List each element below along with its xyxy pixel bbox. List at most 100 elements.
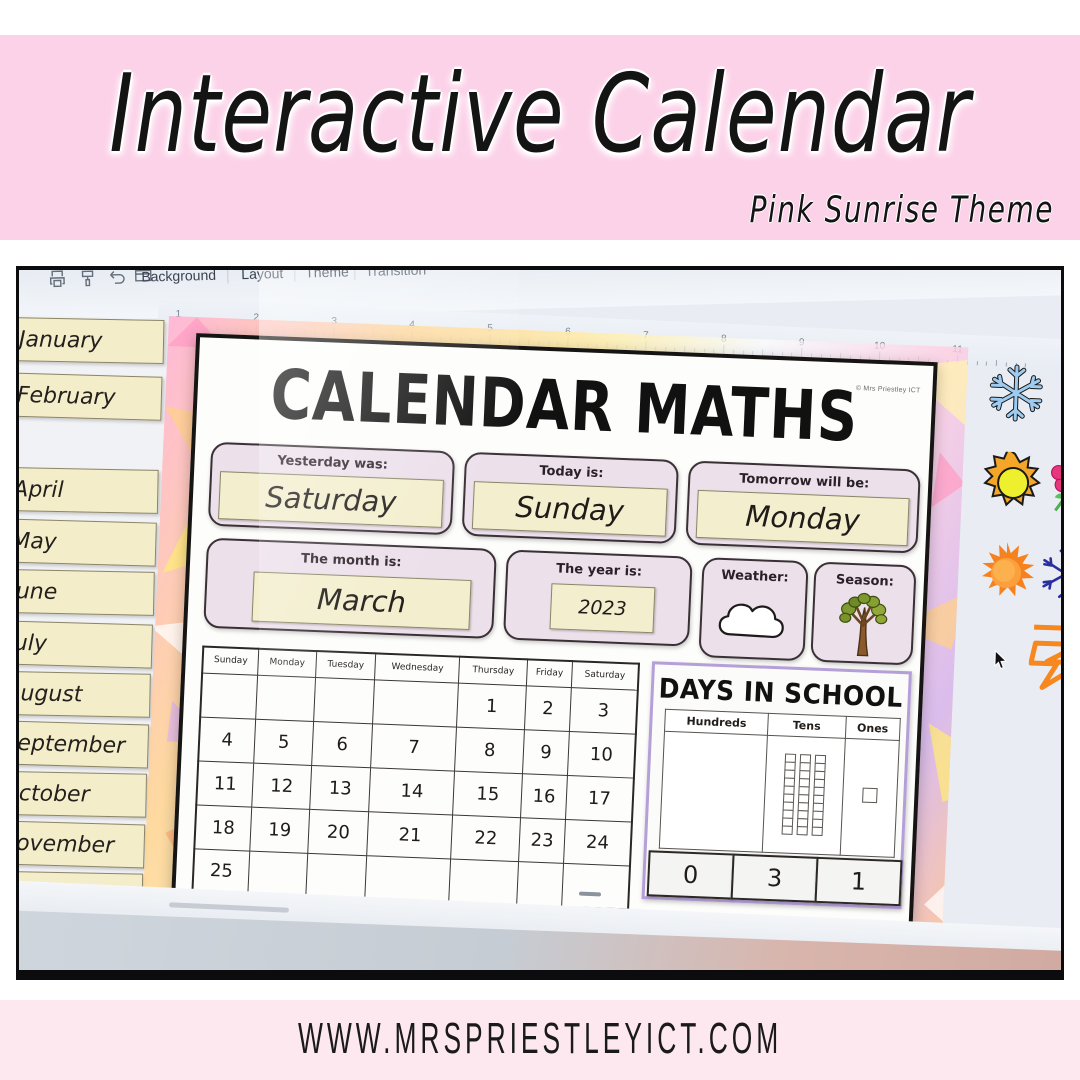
footer-url: WWW.MRSPRIESTLEYICT.COM <box>297 1015 783 1064</box>
lightning-icon[interactable] <box>1028 621 1061 698</box>
calendar-date-cell[interactable]: 12 <box>251 762 312 809</box>
season-label: Season: <box>835 572 895 590</box>
month-card[interactable]: June <box>19 568 155 616</box>
tens-cell[interactable] <box>762 735 846 856</box>
tomorrow-value: Monday <box>744 498 861 538</box>
month-card-label: April <box>19 476 64 503</box>
calendar-date-cell[interactable]: 17 <box>565 774 634 822</box>
calendar-date-cell[interactable]: 1 <box>456 682 527 730</box>
month-box[interactable]: The month is: March <box>203 537 497 639</box>
tree-icon[interactable] <box>831 590 894 663</box>
snowflake-blue-icon[interactable] <box>1036 545 1061 608</box>
month-card[interactable]: November <box>19 819 146 869</box>
calendar-date-cell[interactable]: 8 <box>454 726 525 774</box>
calendar-date-cell[interactable]: 11 <box>196 760 254 807</box>
yesterday-value: Saturday <box>264 479 398 520</box>
month-card[interactable]: August <box>19 670 151 718</box>
place-value-answer[interactable]: 3 <box>730 853 819 903</box>
today-box[interactable]: Today is: Sunday <box>461 451 680 545</box>
calendar-date-cell[interactable]: 5 <box>253 718 314 765</box>
tomorrow-value-box[interactable]: Monday <box>695 489 910 547</box>
ten-rod-icon[interactable] <box>796 754 811 836</box>
calendar-date-cell[interactable]: 21 <box>367 811 454 859</box>
month-value: March <box>316 582 407 620</box>
page-subtitle: Pink Sunrise Theme <box>749 188 1054 231</box>
month-card[interactable]: January <box>19 316 165 365</box>
calendar-date-cell[interactable]: 25 <box>192 848 250 895</box>
month-card-label: August <box>19 680 83 707</box>
hundreds-cell[interactable] <box>659 731 768 853</box>
days-in-school-panel[interactable]: DAYS IN SCHOOL Hundreds Tens Ones 031 <box>641 661 912 910</box>
calendar-table[interactable]: Sunday Monday Tuesday Wednesday Thursday Frid… <box>191 645 641 911</box>
calendar-date-cell[interactable]: 4 <box>198 716 256 763</box>
cloud-icon[interactable] <box>715 594 791 648</box>
menu-layout[interactable]: Layout <box>241 270 283 282</box>
flower-pink-icon[interactable] <box>1046 455 1061 526</box>
calendar-date-cell[interactable]: 15 <box>453 770 523 818</box>
calendar-date-cell[interactable]: 9 <box>522 729 570 775</box>
yesterday-value-box[interactable]: Saturday <box>218 471 444 528</box>
calendar-date-cell[interactable]: 3 <box>569 687 638 734</box>
calendar-date-cell[interactable]: 14 <box>369 767 455 815</box>
yesterday-box[interactable]: Yesterday was: Saturday <box>207 441 456 536</box>
calendar-empty-cell[interactable] <box>516 861 564 907</box>
calendar-empty-cell[interactable] <box>305 852 368 900</box>
year-box[interactable]: The year is: 2023 <box>502 549 693 647</box>
month-card[interactable]: September <box>19 719 150 769</box>
menu-theme[interactable]: Theme <box>305 270 349 281</box>
place-value-answers: 031 <box>646 850 903 907</box>
calendar-empty-cell[interactable] <box>255 674 316 721</box>
calendar-date-cell[interactable]: 22 <box>451 814 521 862</box>
season-box[interactable]: Season: <box>810 561 917 666</box>
menu-background[interactable]: Background <box>141 270 216 285</box>
ones-cell[interactable] <box>839 738 900 858</box>
month-card[interactable]: May <box>19 517 157 567</box>
month-value-box[interactable]: March <box>251 571 472 631</box>
calendar-date-cell[interactable]: 6 <box>311 720 373 768</box>
place-value-answer[interactable]: 1 <box>814 856 903 907</box>
menu-transition[interactable]: Transition <box>365 270 426 279</box>
calendar-date-cell[interactable]: 20 <box>307 808 370 856</box>
calendar-date-cell[interactable]: 13 <box>309 764 372 812</box>
footer-banner: WWW.MRSPRIESTLEYICT.COM <box>0 1000 1080 1080</box>
ten-rod-icon[interactable] <box>781 753 796 835</box>
sun-yellow-icon[interactable] <box>980 447 1048 520</box>
calendar-empty-cell[interactable] <box>247 850 308 897</box>
print-icon[interactable] <box>47 270 67 289</box>
month-card[interactable]: July <box>19 619 153 669</box>
sun-orange-icon[interactable] <box>973 541 1039 610</box>
calendar-empty-cell[interactable] <box>365 855 452 903</box>
calendar-date-cell[interactable]: 16 <box>520 773 568 819</box>
calendar-empty-cell[interactable] <box>200 672 258 719</box>
weather-box[interactable]: Weather: <box>698 557 809 662</box>
calendar-date-cell[interactable]: 24 <box>563 818 632 866</box>
calendar-date-cell[interactable]: 7 <box>371 723 457 771</box>
snowflake-icon[interactable] <box>984 361 1048 430</box>
tomorrow-box[interactable]: Tomorrow will be: Monday <box>685 460 921 554</box>
slide-canvas[interactable]: CALENDAR MATHS © Mrs Priestley ICT Yeste… <box>141 316 969 967</box>
place-value-answer[interactable]: 0 <box>646 850 735 900</box>
month-card[interactable]: February <box>19 371 163 421</box>
undo-icon[interactable] <box>107 270 127 288</box>
month-card-label: June <box>19 578 58 605</box>
today-value-box[interactable]: Sunday <box>471 481 668 537</box>
page-title: Interactive Calendar <box>109 52 971 177</box>
calendar-day-header: Monday <box>257 648 317 678</box>
calendar-empty-cell[interactable] <box>561 862 631 910</box>
calendar-empty-cell[interactable] <box>313 677 375 724</box>
calendar-date-cell[interactable]: 2 <box>524 685 572 732</box>
calendar-date-cell[interactable]: 18 <box>194 804 252 851</box>
calendar-date-cell[interactable]: 19 <box>249 806 310 853</box>
month-card[interactable]: October <box>19 770 148 818</box>
ten-rod-icon[interactable] <box>811 754 826 837</box>
calendar-date-cell[interactable]: 10 <box>567 731 636 778</box>
one-unit-icon[interactable] <box>861 787 878 804</box>
calendar-empty-cell[interactable] <box>449 858 519 906</box>
board-title: CALENDAR MATHS <box>268 354 860 458</box>
year-value-box[interactable]: 2023 <box>549 583 656 634</box>
paint-format-icon[interactable] <box>79 270 99 288</box>
calendar-empty-cell[interactable] <box>372 679 459 727</box>
calendar-date-cell[interactable]: 23 <box>518 817 566 863</box>
month-card[interactable]: April <box>19 466 159 514</box>
year-value: 2023 <box>577 596 628 621</box>
